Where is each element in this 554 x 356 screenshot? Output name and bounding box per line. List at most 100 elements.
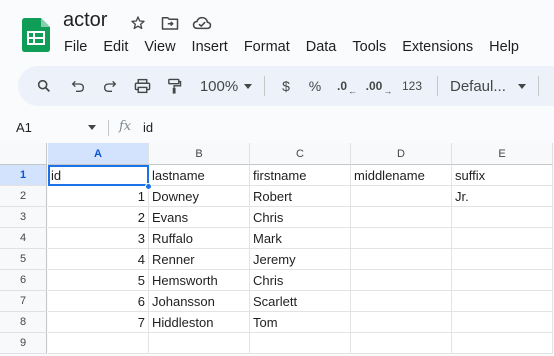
- cell-d4[interactable]: [351, 228, 452, 249]
- cell-a4[interactable]: 3: [48, 228, 149, 249]
- row-header-4[interactable]: 4: [0, 228, 47, 249]
- cell-e6[interactable]: [452, 270, 553, 291]
- cell-e1[interactable]: suffix: [452, 165, 553, 186]
- cell-c7[interactable]: Scarlett: [250, 291, 351, 312]
- print-icon[interactable]: [126, 72, 158, 100]
- column-header-b[interactable]: B: [149, 143, 250, 165]
- cell-c6[interactable]: Chris: [250, 270, 351, 291]
- menu-tools[interactable]: Tools: [344, 37, 394, 57]
- column-header-a[interactable]: A: [48, 143, 149, 165]
- cloud-status-icon[interactable]: [190, 12, 214, 34]
- menu-help[interactable]: Help: [481, 37, 527, 57]
- cell-c2[interactable]: Robert: [250, 186, 351, 207]
- cell-a8[interactable]: 7: [48, 312, 149, 333]
- cell-b5[interactable]: Renner: [149, 249, 250, 270]
- menu-file[interactable]: File: [56, 37, 95, 57]
- cell-d1[interactable]: middlename: [351, 165, 452, 186]
- cell-a7[interactable]: 6: [48, 291, 149, 312]
- decrease-decimal-button[interactable]: .0 ←: [331, 72, 363, 100]
- row-header-2[interactable]: 2: [0, 186, 47, 207]
- cell-d8[interactable]: [351, 312, 452, 333]
- cell-c1[interactable]: firstname: [250, 165, 351, 186]
- cell-d6[interactable]: [351, 270, 452, 291]
- cell-e7[interactable]: [452, 291, 553, 312]
- column-header-c[interactable]: C: [250, 143, 351, 165]
- cell-e5[interactable]: [452, 249, 553, 270]
- font-value: Defaul...: [450, 77, 506, 95]
- name-box[interactable]: A1: [16, 120, 32, 135]
- cell-d9[interactable]: [351, 333, 452, 354]
- cell-b7[interactable]: Johansson: [149, 291, 250, 312]
- increase-decimal-button[interactable]: .00 →: [363, 72, 395, 100]
- arrow-left-icon: ←: [348, 86, 357, 96]
- undo-icon[interactable]: [62, 72, 94, 100]
- percent-format-button[interactable]: %: [299, 72, 331, 100]
- font-select[interactable]: Defaul...: [446, 72, 530, 100]
- menu-extensions[interactable]: Extensions: [394, 37, 481, 57]
- cell-c5[interactable]: Jeremy: [250, 249, 351, 270]
- toolbar: 100% $ % .0 ← .00 → 123 Defaul...: [18, 66, 554, 106]
- cell-e3[interactable]: [452, 207, 553, 228]
- currency-format-button[interactable]: $: [273, 72, 299, 100]
- zoom-select[interactable]: 100%: [196, 72, 256, 100]
- more-formats-button[interactable]: 123: [395, 72, 429, 100]
- cell-b4[interactable]: Ruffalo: [149, 228, 250, 249]
- row-header-7[interactable]: 7: [0, 291, 47, 312]
- menu-view[interactable]: View: [136, 37, 183, 57]
- menu-bar: File Edit View Insert Format Data Tools …: [56, 37, 527, 57]
- menu-format[interactable]: Format: [236, 37, 298, 57]
- cell-d7[interactable]: [351, 291, 452, 312]
- cell-c9[interactable]: [250, 333, 351, 354]
- document-title[interactable]: actor: [63, 9, 107, 32]
- cell-a3[interactable]: 2: [48, 207, 149, 228]
- cell-b8[interactable]: Hiddleston: [149, 312, 250, 333]
- select-all-corner[interactable]: [0, 143, 47, 165]
- cell-c3[interactable]: Chris: [250, 207, 351, 228]
- menu-edit[interactable]: Edit: [95, 37, 136, 57]
- cell-a2[interactable]: 1: [48, 186, 149, 207]
- cell-b6[interactable]: Hemsworth: [149, 270, 250, 291]
- cell-b1[interactable]: lastname: [149, 165, 250, 186]
- row-header-8[interactable]: 8: [0, 312, 47, 333]
- row-header-6[interactable]: 6: [0, 270, 47, 291]
- fill-handle[interactable]: [145, 183, 152, 190]
- menu-insert[interactable]: Insert: [184, 37, 236, 57]
- cell-a9[interactable]: [48, 333, 149, 354]
- toolbar-divider: [538, 76, 539, 96]
- redo-icon[interactable]: [94, 72, 126, 100]
- cell-d3[interactable]: [351, 207, 452, 228]
- cell-e8[interactable]: [452, 312, 553, 333]
- menu-data[interactable]: Data: [298, 37, 345, 57]
- cell-a5[interactable]: 4: [48, 249, 149, 270]
- cell-b2[interactable]: Downey: [149, 186, 250, 207]
- formula-input[interactable]: id: [143, 120, 153, 135]
- cell-b9[interactable]: [149, 333, 250, 354]
- row-header-1[interactable]: 1: [0, 165, 47, 186]
- star-icon[interactable]: [126, 12, 150, 34]
- cell-e9[interactable]: [452, 333, 553, 354]
- cell-d5[interactable]: [351, 249, 452, 270]
- cell-d2[interactable]: [351, 186, 452, 207]
- cell-c4[interactable]: Mark: [250, 228, 351, 249]
- move-to-folder-icon[interactable]: [158, 12, 182, 34]
- cell-b3[interactable]: Evans: [149, 207, 250, 228]
- column-header-e[interactable]: E: [452, 143, 553, 165]
- chevron-down-icon[interactable]: [88, 125, 96, 130]
- cell-a6[interactable]: 5: [48, 270, 149, 291]
- cell-e2[interactable]: Jr.: [452, 186, 553, 207]
- function-icon: fx: [119, 119, 132, 134]
- row-header-9[interactable]: 9: [0, 333, 47, 354]
- cell-e4[interactable]: [452, 228, 553, 249]
- column-header-d[interactable]: D: [351, 143, 452, 165]
- row-header-3[interactable]: 3: [0, 207, 47, 228]
- cell-c8[interactable]: Tom: [250, 312, 351, 333]
- paint-format-icon[interactable]: [158, 72, 190, 100]
- cell-a1[interactable]: id: [48, 165, 149, 186]
- sheets-logo-icon[interactable]: [22, 18, 50, 52]
- chevron-down-icon: [244, 83, 253, 89]
- search-menus-icon[interactable]: [32, 72, 56, 100]
- chevron-down-icon: [518, 83, 526, 89]
- toolbar-divider: [437, 76, 438, 96]
- row-header-5[interactable]: 5: [0, 249, 47, 270]
- formula-bar-divider: [108, 120, 109, 136]
